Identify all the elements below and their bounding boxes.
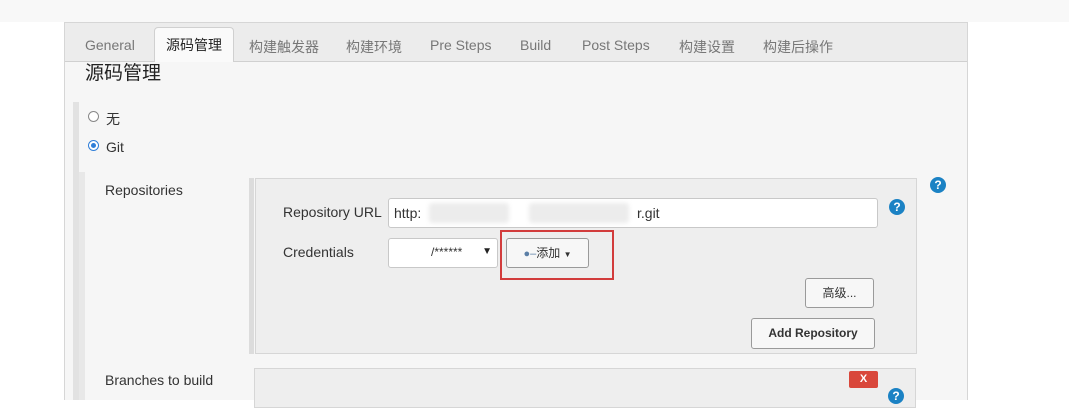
repository-url-suffix: r.git [637,205,660,221]
tab-build[interactable]: Build [520,37,551,53]
redaction-blur [429,203,509,223]
credentials-value: /****** [431,245,463,259]
tab-general[interactable]: General [85,37,135,53]
radio-git-label: Git [106,139,124,155]
section-title: 源码管理 [85,63,162,84]
tab-build-env[interactable]: 构建环境 [346,37,402,57]
help-icon[interactable]: ? [888,388,904,404]
advanced-button[interactable]: 高级... [805,278,874,308]
help-icon[interactable]: ? [930,177,946,193]
tab-bar: General 源码管理 构建触发器 构建环境 Pre Steps Build … [65,22,967,62]
chevron-down-icon: ▼ [482,246,492,257]
branches-panel [254,368,916,408]
radio-none[interactable] [88,111,99,122]
git-gutter [79,172,85,400]
tab-post-steps[interactable]: Post Steps [582,37,650,53]
radio-none-label: 无 [106,111,120,127]
tab-build-settings[interactable]: 构建设置 [679,37,735,57]
repositories-gutter [249,178,254,354]
tab-triggers[interactable]: 构建触发器 [249,37,319,57]
add-repository-button[interactable]: Add Repository [751,318,875,349]
credentials-select[interactable]: /****** ▼ [388,238,498,268]
radio-git[interactable] [88,140,99,151]
repository-url-prefix: http: [394,205,422,221]
repository-url-label: Repository URL [283,204,382,220]
help-icon[interactable]: ? [889,199,905,215]
top-strip [0,0,1069,22]
delete-branch-button[interactable]: X [849,371,878,388]
branches-label: Branches to build [105,372,214,388]
highlight-box [500,230,614,280]
credentials-label: Credentials [283,244,354,260]
repository-url-input[interactable]: http: r.git [388,198,878,228]
tab-post-build[interactable]: 构建后操作 [763,37,833,57]
redaction-blur [529,203,629,223]
tab-scm[interactable]: 源码管理 [154,27,234,62]
repositories-label: Repositories [105,182,183,198]
config-card: General 源码管理 构建触发器 构建环境 Pre Steps Build … [64,22,968,400]
tab-pre-steps[interactable]: Pre Steps [430,37,491,53]
